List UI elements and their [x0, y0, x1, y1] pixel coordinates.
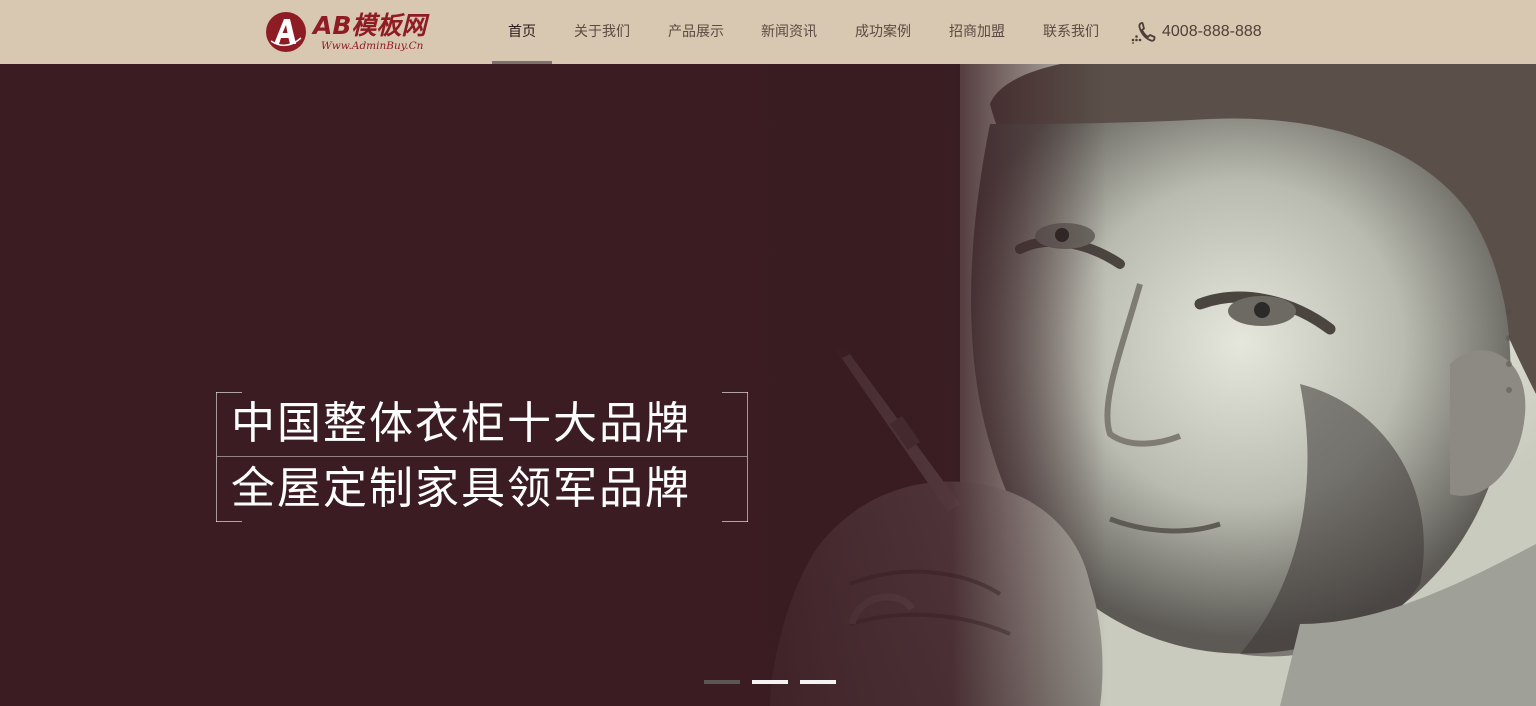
- logo-url-text: Www.AdminBuy.Cn: [321, 40, 424, 52]
- side-dot-1[interactable]: [1506, 309, 1512, 315]
- side-dot-4[interactable]: [1506, 387, 1512, 393]
- nav-item-cases[interactable]: 成功案例: [852, 0, 914, 64]
- side-dot-2[interactable]: [1506, 335, 1512, 341]
- carousel-dot-2[interactable]: [752, 680, 788, 684]
- hero-banner: 中国整体衣柜十大品牌 全屋定制家具领军品牌: [0, 64, 1536, 706]
- hero-portrait-image: [0, 64, 1536, 706]
- logo-a-icon: [266, 12, 306, 52]
- nav-item-news[interactable]: 新闻资讯: [758, 0, 820, 64]
- nav-item-about[interactable]: 关于我们: [571, 0, 633, 64]
- carousel-dot-3[interactable]: [800, 680, 836, 684]
- carousel-dot-1[interactable]: [704, 680, 740, 684]
- side-dot-3[interactable]: [1506, 361, 1512, 367]
- hero-slogan-box: 中国整体衣柜十大品牌 全屋定制家具领军品牌: [216, 392, 748, 522]
- site-header: AB模板网 Www.AdminBuy.Cn 首页 关于我们 产品展示 新闻资讯 …: [0, 0, 1536, 64]
- hero-slogan-line-1: 中国整体衣柜十大品牌: [231, 398, 691, 449]
- carousel-indicators: [704, 680, 836, 684]
- phone-icon: [1131, 22, 1156, 44]
- side-scroll-dots: [1506, 309, 1514, 399]
- logo-brand-text: AB模板网: [313, 11, 427, 40]
- hero-slogan-line-2: 全屋定制家具领军品牌: [231, 463, 691, 514]
- site-logo[interactable]: AB模板网 Www.AdminBuy.Cn: [265, 11, 445, 55]
- nav-item-franchise[interactable]: 招商加盟: [946, 0, 1008, 64]
- nav-item-products[interactable]: 产品展示: [665, 0, 727, 64]
- nav-item-home[interactable]: 首页: [492, 0, 552, 64]
- phone-number: 4008-888-888: [1162, 23, 1262, 40]
- nav-item-contact[interactable]: 联系我们: [1040, 0, 1102, 64]
